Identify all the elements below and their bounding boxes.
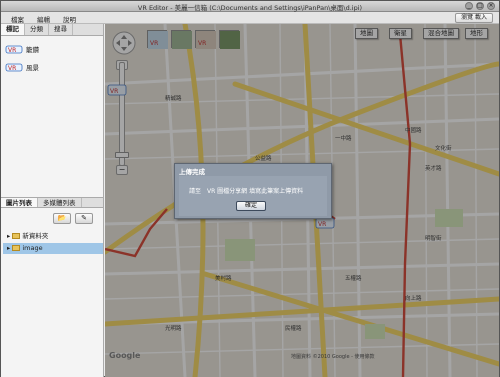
layer-item[interactable]: VR 籠鑽 — [5, 44, 39, 54]
folder-icon — [12, 245, 21, 251]
tab-image-list[interactable]: 圖片列表 — [1, 198, 38, 207]
maximize-button[interactable]: □ — [476, 2, 484, 10]
close-button[interactable]: × — [487, 2, 495, 10]
menu-help[interactable]: 說明 — [63, 14, 76, 24]
svg-text:VR: VR — [8, 47, 16, 54]
layer-label: 籠鑽 — [26, 46, 39, 54]
svg-text:VR: VR — [8, 65, 16, 72]
tab-markers[interactable]: 標記 — [1, 24, 25, 35]
tree-item-selected[interactable]: ▸ image — [3, 243, 103, 254]
left-tabs: 標記 分類 搜尋 — [1, 24, 103, 36]
window-title: VR Editor - 美麗一信箱 (C:\Documents and Sett… — [137, 4, 363, 12]
tab-media-list[interactable]: 多媒體列表 — [38, 198, 82, 207]
upload-complete-dialog: 上傳完成 請至 VR 圖檔分享網 填寫此筆案上傳資料 確定 — [174, 163, 332, 219]
left-panel: 標記 分類 搜尋 VR 籠鑽 VR 風景 圖片列表 多媒體列表 📂 ✎ ▸ 新資… — [1, 24, 104, 377]
minimize-button[interactable]: _ — [465, 2, 473, 10]
menu-edit[interactable]: 編輯 — [37, 14, 50, 24]
tab-categories[interactable]: 分類 — [25, 24, 49, 35]
menu-file[interactable]: 檔案 — [11, 14, 24, 24]
ok-button[interactable]: 確定 — [236, 201, 266, 211]
layer-label: 風景 — [26, 64, 39, 72]
upload-button[interactable]: 瀏覽 載入 — [455, 13, 493, 23]
folder-icon — [12, 233, 21, 239]
edit-icon[interactable]: ✎ — [75, 213, 93, 224]
tree-item[interactable]: ▸ 新資料夾 — [3, 231, 103, 242]
menu-bar: 檔案 編輯 說明 瀏覽 載入 — [1, 12, 499, 24]
app-window: VR Editor - 美麗一信箱 (C:\Documents and Sett… — [0, 0, 500, 377]
tab-search[interactable]: 搜尋 — [49, 24, 73, 35]
pano-marker-icon: VR — [5, 62, 23, 72]
layer-item[interactable]: VR 風景 — [5, 62, 39, 72]
bottom-tabs: 圖片列表 多媒體列表 — [1, 197, 103, 208]
title-bar: VR Editor - 美麗一信箱 (C:\Documents and Sett… — [1, 1, 499, 12]
folder-icon[interactable]: 📂 — [53, 213, 71, 224]
pano-marker-icon: VR — [5, 44, 23, 54]
dialog-message: 請至 VR 圖檔分享網 填寫此筆案上傳資料 — [189, 188, 304, 195]
tree-toolbar: 📂 ✎ — [53, 213, 93, 224]
dialog-title: 上傳完成 — [179, 168, 205, 176]
